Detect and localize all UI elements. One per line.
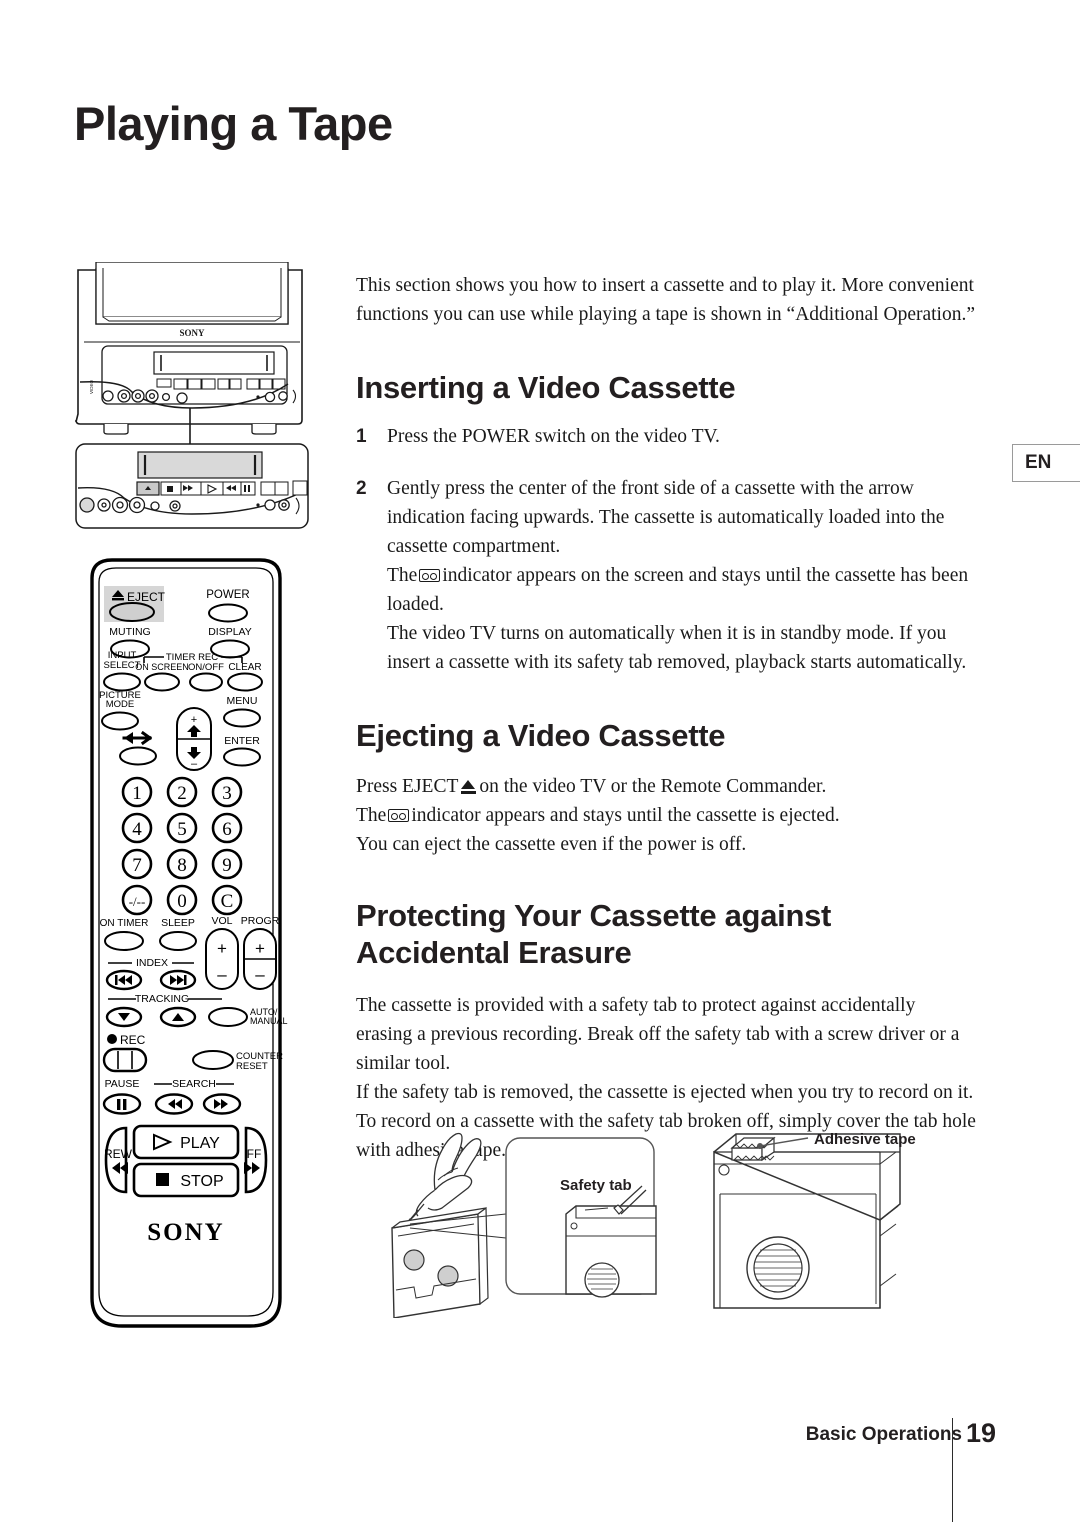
adhesive-tape-illustration: Adhesive tape [700, 1108, 1000, 1313]
ejecting-line1-pre: Press EJECT [356, 776, 459, 797]
remote-label-play: PLAY [180, 1135, 220, 1152]
remote-key-0: 0 [177, 891, 187, 912]
ejecting-body: Press EJECT on the video TV or the Remote… [356, 772, 976, 859]
remote-commander-illustration: EJECT POWER MUTING DISPLAY TIMER REC INP… [82, 556, 290, 1346]
footer-chapter-label: Basic Operations [805, 1424, 962, 1445]
remote-label-clear: CLEAR [228, 662, 261, 673]
remote-label-progr: PROGR [241, 915, 280, 927]
remote-label-menu: MENU [227, 695, 258, 707]
safety-tab-callout-label: Safety tab [560, 1177, 632, 1194]
step-1: 1 Press the POWER switch on the video TV… [356, 422, 976, 451]
remote-label-on-screen: ON SCREEN [135, 662, 189, 672]
remote-label-vol: VOL [211, 915, 232, 927]
step-2-text-b-pre: The [387, 565, 418, 586]
remote-key-1: 1 [132, 783, 142, 804]
remote-progr-minus: – [255, 965, 265, 984]
ejecting-line3: You can eject the cassette even if the p… [356, 834, 747, 855]
protecting-paragraph-1: The cassette is provided with a safety t… [356, 995, 960, 1074]
remote-progr-plus: + [255, 939, 265, 958]
remote-key-c: C [221, 891, 234, 912]
remote-key-8: 8 [177, 855, 187, 876]
remote-label-index: INDEX [136, 957, 168, 969]
cassette-indicator-icon [419, 569, 441, 582]
remote-label-rew: REW [104, 1147, 133, 1161]
remote-label-on-timer: ON TIMER [100, 918, 149, 929]
language-tab-en: EN [1012, 444, 1080, 482]
page-title: Playing a Tape [74, 97, 393, 150]
remote-label-search: SEARCH [172, 1078, 216, 1090]
remote-label-pause: PAUSE [105, 1078, 140, 1090]
remote-key-2: 2 [177, 783, 187, 804]
step-2-text-c: The video TV turns on automatically when… [387, 623, 967, 673]
footer-page-number: 19 [966, 1418, 997, 1448]
remote-vol-minus: – [217, 965, 227, 984]
remote-brand-label: SONY [147, 1219, 224, 1246]
remote-key-3: 3 [222, 783, 232, 804]
remote-label-on-off: ON/OFF [188, 662, 224, 673]
ejecting-line1-post: on the video TV or the Remote Commander. [479, 776, 827, 797]
remote-key-9: 9 [222, 855, 232, 876]
svg-text:VIDEO: VIDEO [89, 379, 94, 394]
eject-icon [461, 780, 477, 794]
cassette-indicator-icon [388, 809, 410, 822]
remote-label-reset: RESET [236, 1061, 268, 1072]
adhesive-tape-callout-label: Adhesive tape [814, 1131, 916, 1148]
content-column: This section shows you how to insert a c… [356, 271, 976, 1165]
remote-label-manual: MANUAL [250, 1016, 288, 1026]
heading-inserting-a-video-cassette: Inserting a Video Cassette [356, 370, 736, 405]
remote-key-6: 6 [222, 819, 232, 840]
safety-tab-illustration: Safety tab [380, 1118, 680, 1318]
remote-label-eject: EJECT [127, 590, 166, 604]
remote-label-power: POWER [206, 589, 249, 601]
remote-label-tracking: TRACKING [135, 993, 189, 1005]
remote-key-7: 7 [132, 855, 142, 876]
remote-label-mode: MODE [106, 699, 135, 710]
heading-protecting-line1: Protecting Your Cassette against [356, 898, 832, 933]
remote-label-stop: STOP [180, 1173, 223, 1190]
remote-label-minus: – [191, 758, 198, 770]
remote-label-muting: MUTING [109, 626, 150, 638]
step-2-number: 2 [356, 478, 367, 499]
heading-ejecting-a-video-cassette: Ejecting a Video Cassette [356, 718, 726, 753]
remote-vol-plus: + [217, 939, 227, 958]
heading-protecting-line2: Accidental Erasure [356, 935, 632, 970]
step-1-number: 1 [356, 426, 367, 447]
step-2: 2 Gently press the center of the front s… [356, 474, 976, 677]
remote-label-ff: FF [247, 1147, 262, 1161]
video-tv-illustration: SONY VIDEO [62, 262, 322, 532]
step-1-text: Press the POWER switch on the video TV. [387, 426, 720, 447]
step-2-text-a: Gently press the center of the front sid… [387, 478, 945, 557]
tv-brand-label: SONY [179, 328, 205, 338]
step-2-text-b-post: indicator appears on the screen and stay… [387, 565, 969, 615]
remote-key-5: 5 [177, 819, 187, 840]
ejecting-line2-post: indicator appears and stays until the ca… [411, 805, 840, 826]
remote-label-display: DISPLAY [208, 626, 252, 638]
footer-divider [952, 1418, 953, 1522]
remote-key-dash: -/-- [129, 894, 146, 909]
remote-label-plus: + [191, 714, 197, 726]
ejecting-line2-pre: The [356, 805, 387, 826]
remote-key-4: 4 [132, 819, 142, 840]
intro-paragraph: This section shows you how to insert a c… [356, 275, 975, 325]
remote-label-sleep: SLEEP [161, 917, 195, 929]
remote-label-rec: REC [120, 1033, 146, 1047]
protecting-paragraph-2: If the safety tab is removed, the casset… [356, 1082, 974, 1103]
remote-label-enter: ENTER [224, 735, 260, 747]
